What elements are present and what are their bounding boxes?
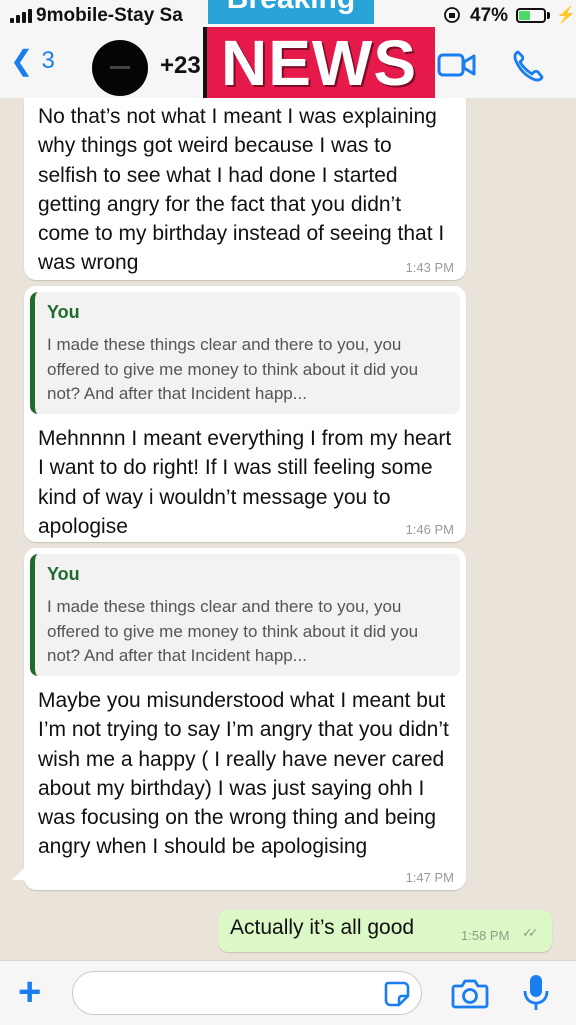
message-time: 1:43 PM	[405, 260, 454, 275]
message-input-bar: +	[0, 960, 576, 1025]
camera-icon[interactable]	[451, 977, 489, 1009]
incoming-message-reply[interactable]: You I made these things clear and there …	[24, 286, 466, 542]
message-time: 1:47 PM	[405, 870, 454, 885]
battery-icon	[516, 8, 546, 23]
unread-count: 3	[41, 46, 55, 74]
back-button[interactable]: ❮ 3	[10, 44, 55, 77]
microphone-icon[interactable]	[522, 973, 550, 1013]
video-call-icon[interactable]	[437, 50, 477, 80]
phone-icon[interactable]	[510, 48, 546, 84]
read-receipt-icon: ✓✓	[522, 925, 539, 940]
plus-icon[interactable]: +	[18, 972, 41, 1012]
outgoing-message[interactable]: Actually it’s all good 1:58 PM ✓✓	[218, 910, 552, 952]
breaking-news-overlay: Breaking NEWS	[203, 0, 435, 100]
battery-tip	[547, 12, 550, 19]
carrier-name: 9mobile-Stay Sa	[36, 5, 183, 26]
contact-name[interactable]: +23	[160, 52, 201, 80]
quote-author: You	[47, 302, 80, 322]
quote-text: I made these things clear and there to y…	[47, 335, 419, 403]
news-label: NEWS	[203, 27, 435, 100]
quote-text: I made these things clear and there to y…	[47, 597, 419, 665]
message-text: Maybe you misunderstood what I meant but…	[38, 689, 449, 859]
message-input[interactable]	[72, 971, 422, 1015]
sticker-icon[interactable]	[383, 980, 411, 1008]
charging-icon: ⚡	[556, 7, 576, 24]
news-stripe	[203, 27, 207, 100]
incoming-message-reply[interactable]: You I made these things clear and there …	[24, 548, 466, 890]
bubble-tail	[12, 866, 26, 880]
message-time: 1:58 PM	[461, 928, 510, 943]
quoted-message[interactable]: You I made these things clear and there …	[30, 554, 460, 676]
message-text: Mehnnnn I meant everything I from my hea…	[38, 427, 452, 538]
orientation-lock-icon	[444, 7, 460, 23]
breaking-label: Breaking	[208, 0, 374, 24]
incoming-message[interactable]: No that’s not what I meant I was explain…	[24, 98, 466, 280]
quote-author: You	[47, 564, 80, 584]
battery-percentage: 47%	[470, 5, 509, 26]
back-chevron-icon: ❮	[10, 45, 34, 76]
message-text: No that’s not what I meant I was explain…	[38, 105, 445, 275]
quoted-message[interactable]: You I made these things clear and there …	[30, 292, 460, 414]
contact-avatar[interactable]	[92, 40, 148, 96]
message-time: 1:46 PM	[405, 522, 454, 537]
signal-icon	[10, 9, 32, 23]
message-text: Actually it’s all good	[230, 916, 415, 939]
